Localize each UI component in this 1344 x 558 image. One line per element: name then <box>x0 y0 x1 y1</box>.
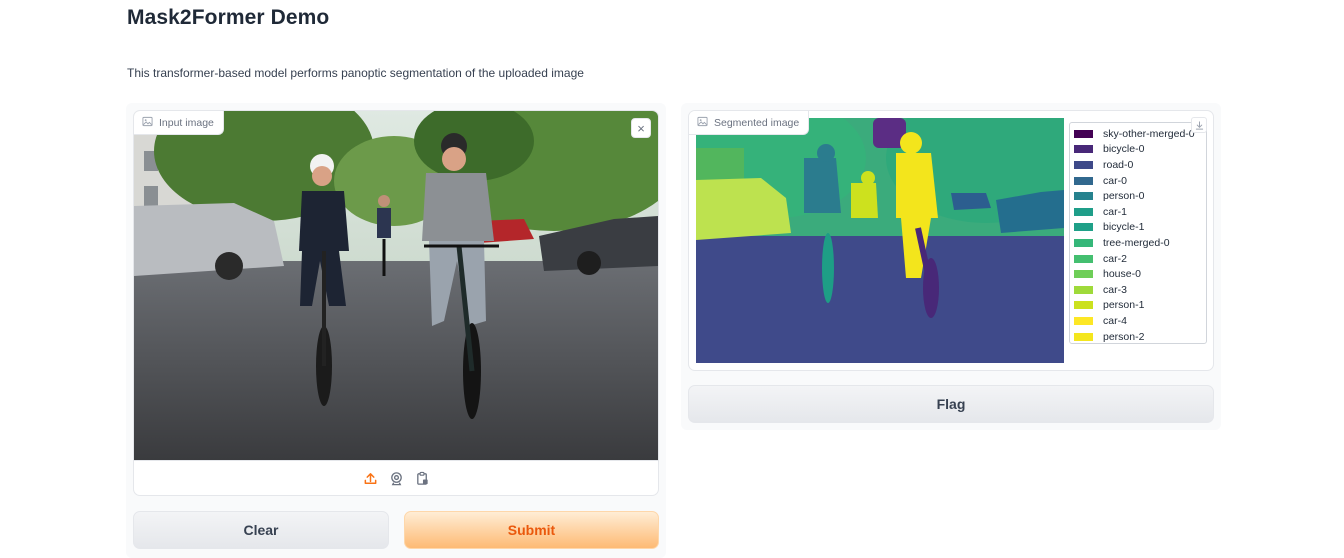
legend-item: car-2 <box>1074 251 1206 267</box>
legend-item: sky-other-merged-0 <box>1074 126 1206 142</box>
image-icon <box>697 116 708 130</box>
legend-item: car-3 <box>1074 282 1206 298</box>
legend-swatch <box>1074 316 1093 325</box>
input-panel: Input image × Clear Submit <box>126 103 666 558</box>
legend-swatch <box>1074 160 1093 169</box>
legend-swatch <box>1074 301 1093 310</box>
webcam-icon[interactable] <box>387 469 405 487</box>
legend-swatch <box>1074 285 1093 294</box>
input-image-label: Input image <box>134 111 224 135</box>
legend-swatch <box>1074 145 1093 154</box>
legend-item: car-1 <box>1074 204 1206 220</box>
legend-item: house-0 <box>1074 266 1206 282</box>
legend-label: person-1 <box>1103 299 1145 312</box>
input-photo <box>134 111 658 460</box>
legend-item: person-1 <box>1074 298 1206 314</box>
segmented-image-label-text: Segmented image <box>714 116 800 129</box>
legend-swatch <box>1074 207 1093 216</box>
legend-label: person-2 <box>1103 330 1145 343</box>
segmented-image-block: Segmented image sky-other-merged-0 bicyc… <box>688 110 1214 371</box>
legend-item: road-0 <box>1074 157 1206 173</box>
legend-item: person-2 <box>1074 329 1206 345</box>
legend-swatch <box>1074 129 1093 138</box>
legend-swatch <box>1074 238 1093 247</box>
input-toolbar <box>134 460 658 495</box>
segmented-photo <box>696 118 1064 363</box>
legend-item: tree-merged-0 <box>1074 235 1206 251</box>
legend-item: bicycle-1 <box>1074 220 1206 236</box>
clear-button[interactable]: Clear <box>133 511 389 549</box>
legend-item: bicycle-0 <box>1074 142 1206 158</box>
segmentation-legend: sky-other-merged-0 bicycle-0 road-0 car-0 pe… <box>1069 122 1207 344</box>
legend-label: bicycle-1 <box>1103 221 1145 234</box>
flag-button[interactable]: Flag <box>688 385 1214 423</box>
input-image-label-text: Input image <box>159 116 214 129</box>
legend-item: person-0 <box>1074 188 1206 204</box>
legend-swatch <box>1074 332 1093 341</box>
legend-label: car-0 <box>1103 174 1127 187</box>
legend-label: car-1 <box>1103 205 1127 218</box>
image-icon <box>142 116 153 130</box>
page-description: This transformer-based model performs pa… <box>127 66 584 80</box>
legend-item: car-0 <box>1074 173 1206 189</box>
legend-label: house-0 <box>1103 268 1141 281</box>
legend-swatch <box>1074 270 1093 279</box>
input-image-block[interactable]: Input image × <box>133 110 659 496</box>
output-panel: Segmented image sky-other-merged-0 bicyc… <box>681 103 1221 430</box>
upload-icon[interactable] <box>361 469 379 487</box>
legend-swatch <box>1074 254 1093 263</box>
legend-label: bicycle-0 <box>1103 143 1145 156</box>
close-icon[interactable]: × <box>631 118 651 138</box>
legend-label: car-4 <box>1103 314 1127 327</box>
clipboard-icon[interactable] <box>413 469 431 487</box>
page-title: Mask2Former Demo <box>127 6 330 29</box>
legend-label: road-0 <box>1103 158 1134 171</box>
legend-swatch <box>1074 192 1093 201</box>
submit-button[interactable]: Submit <box>404 511 659 549</box>
legend-swatch <box>1074 176 1093 185</box>
legend-item: car-4 <box>1074 313 1206 329</box>
segmented-image-label: Segmented image <box>689 111 810 135</box>
legend-label: car-3 <box>1103 283 1127 296</box>
download-icon[interactable] <box>1191 117 1207 133</box>
legend-label: person-0 <box>1103 190 1145 203</box>
legend-label: car-2 <box>1103 252 1127 265</box>
legend-label: tree-merged-0 <box>1103 236 1170 249</box>
legend-label: sky-other-merged-0 <box>1103 127 1195 140</box>
legend-swatch <box>1074 223 1093 232</box>
